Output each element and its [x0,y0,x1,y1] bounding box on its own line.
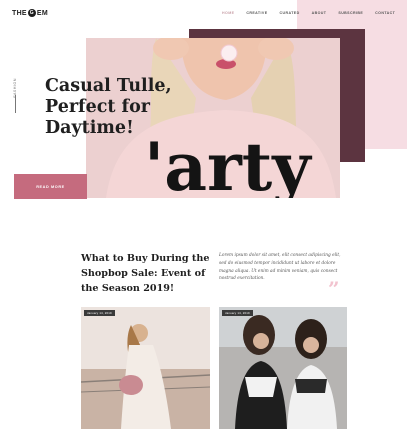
quote-icon: ” [328,277,340,301]
post-date-badge: January 14, 2019 [84,310,115,316]
logo-text-left: THE [12,9,27,17]
nav-item-creative[interactable]: CREATIVE [246,11,267,15]
hero-title[interactable]: Casual Tulle, Perfect for Daytime! [45,76,215,139]
read-more-button[interactable]: READ MORE [14,174,87,199]
category-divider [15,95,16,113]
article-title[interactable]: What to Buy During the Shopbop Sale: Eve… [81,251,215,296]
post-card[interactable]: January 14, 2019 [219,307,347,429]
post-date-badge: January 14, 2019 [222,310,253,316]
post-card[interactable]: January 14, 2019 [81,307,210,429]
main-nav: HOME CREATIVE CURATED ABOUT SUBSCRIBE CO… [222,11,395,15]
nav-item-about[interactable]: ABOUT [312,11,327,15]
article-excerpt: Lorem ipsum dolor sit amet, elit consect… [219,253,341,282]
nav-item-curated[interactable]: CURATED [280,11,300,15]
nav-item-contact[interactable]: CONTACT [375,11,395,15]
post-image [81,307,210,429]
post-image [219,307,347,429]
nav-item-subscribe[interactable]: SUBSCRIBE [338,11,363,15]
logo-gem-icon: G [27,9,36,17]
logo-text-right: EM [36,9,49,17]
nav-item-home[interactable]: HOME [222,11,234,15]
site-logo[interactable]: THE G EM [12,9,48,17]
